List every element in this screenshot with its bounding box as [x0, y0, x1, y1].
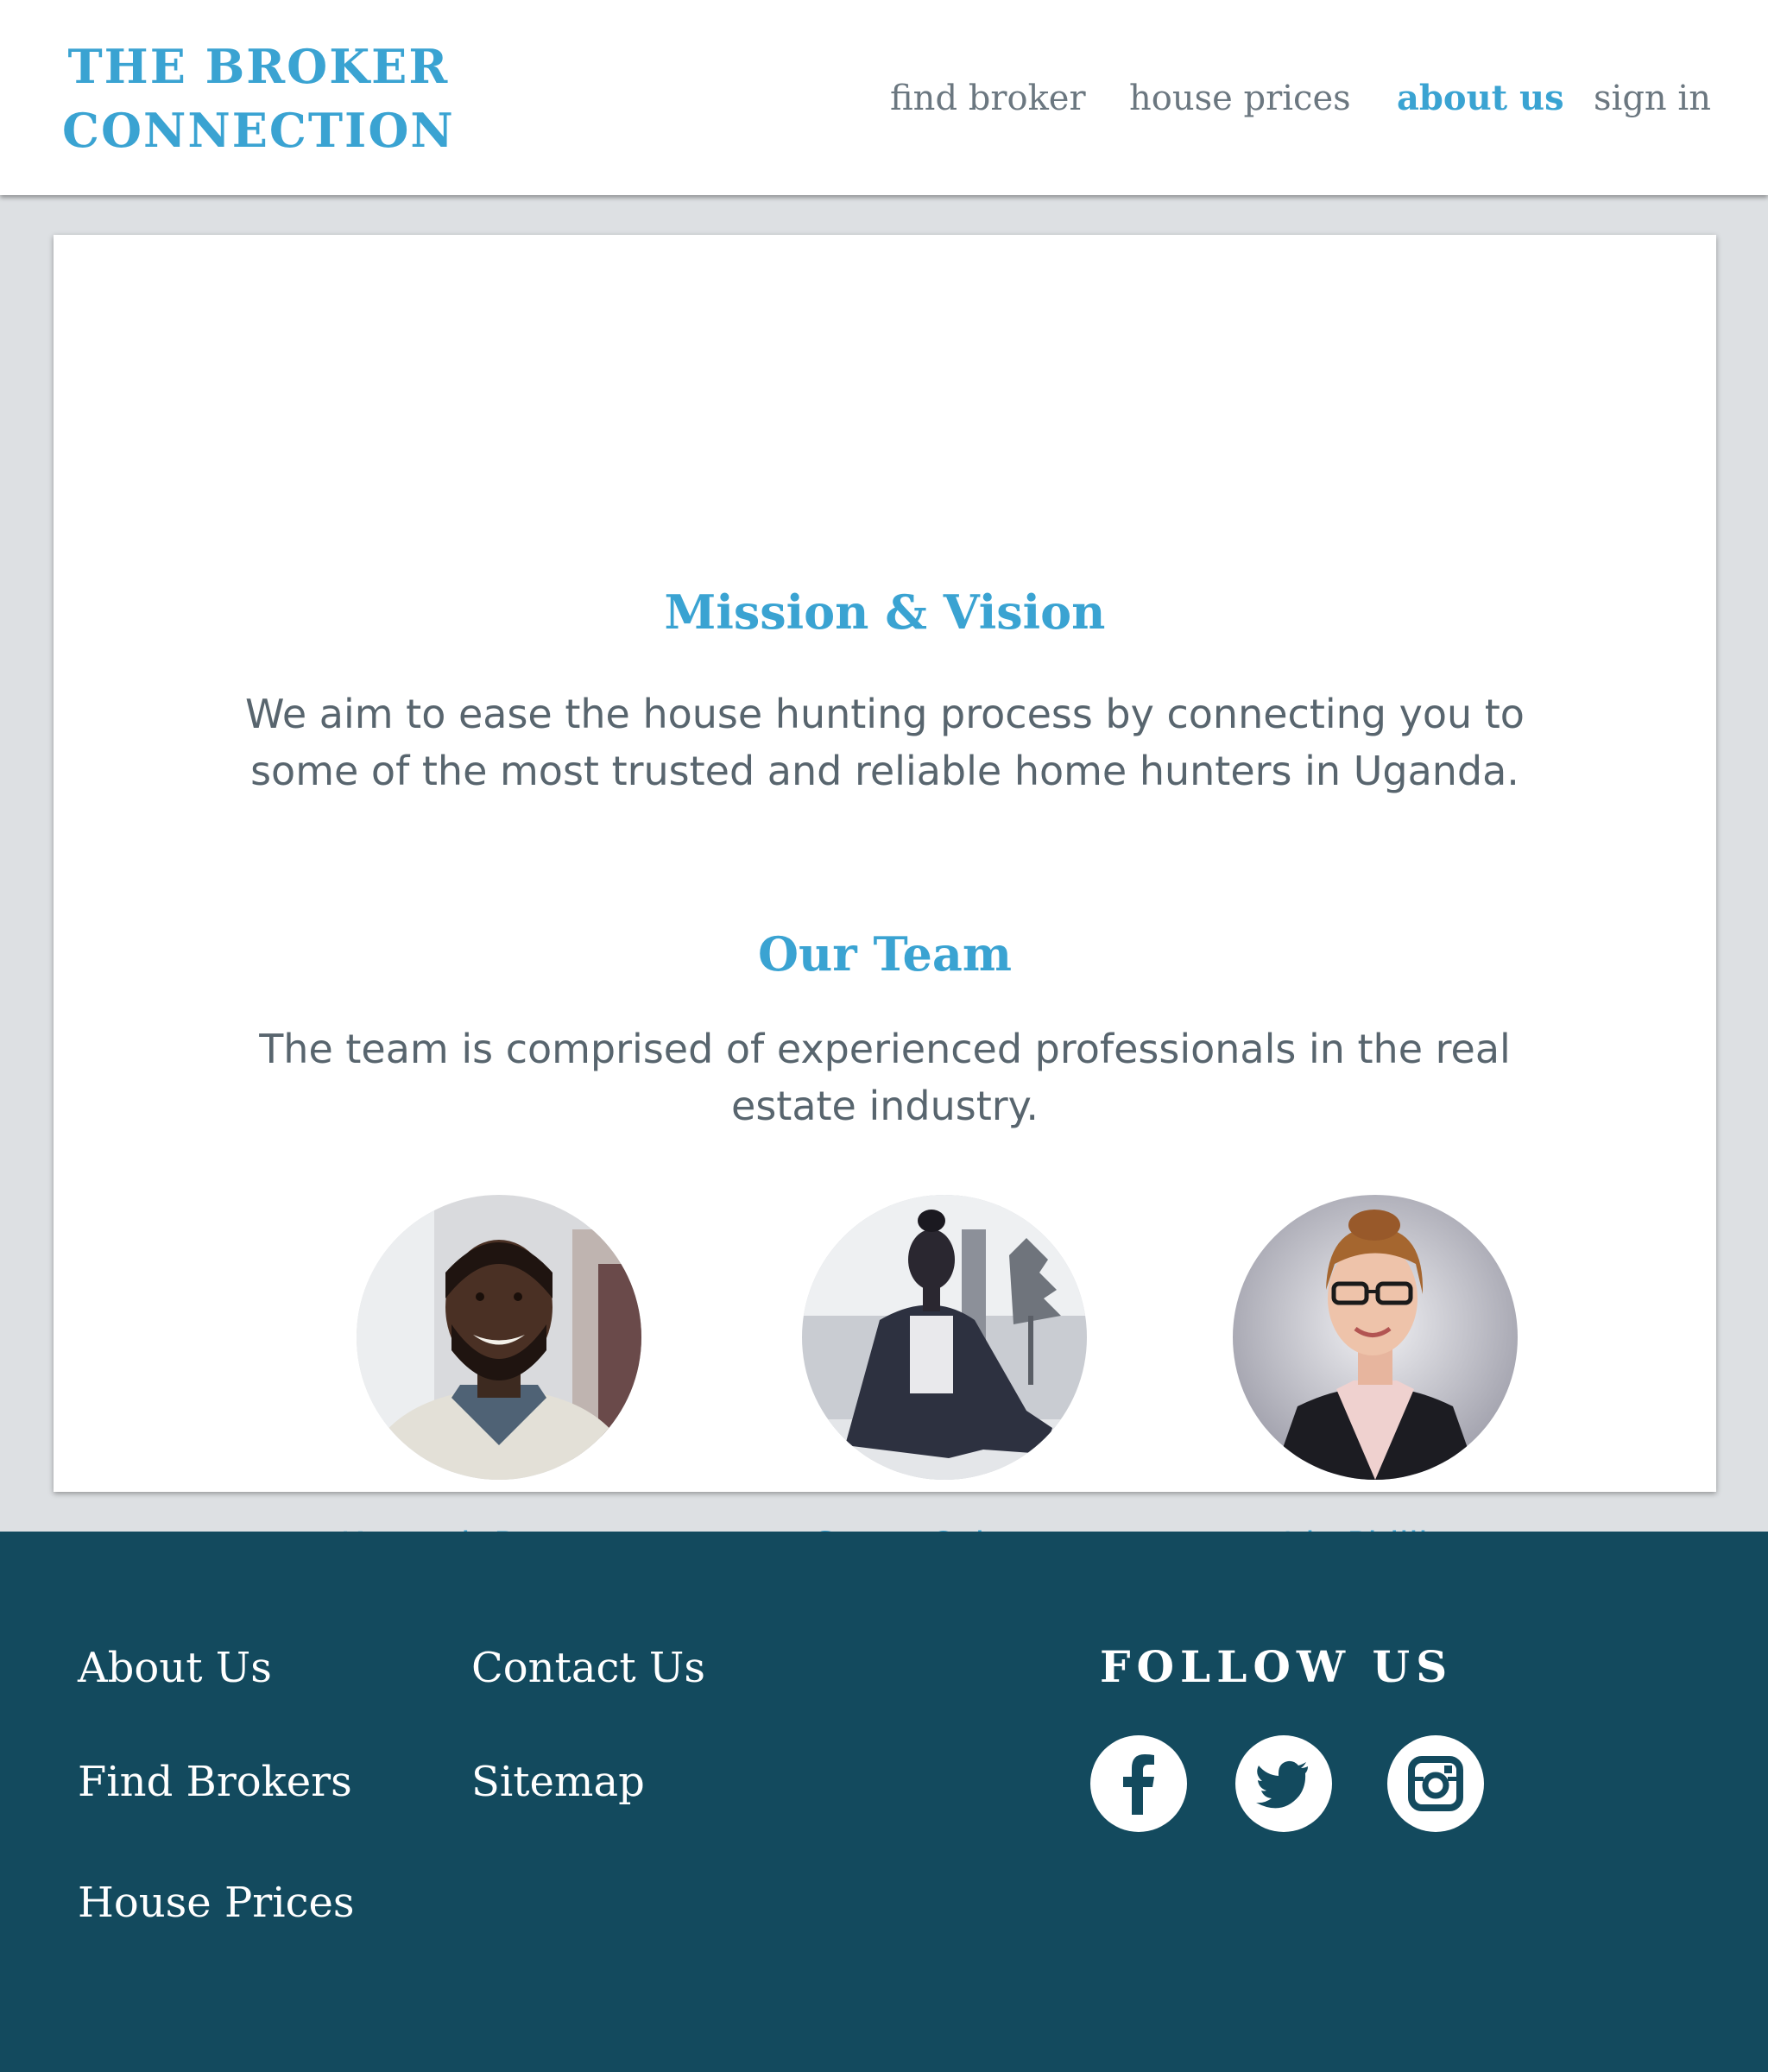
- site-header: THE BROKER CONNECTION find broker house …: [0, 0, 1768, 195]
- avatar-kenneth: [357, 1195, 641, 1480]
- team-member-card: Kenneth Patterson: [318, 1195, 680, 1570]
- brand-line-1: THE BROKER: [67, 39, 450, 94]
- nav-find-broker[interactable]: find broker: [890, 74, 1086, 123]
- nav-sign-in[interactable]: sign in: [1594, 74, 1711, 123]
- mission-title: Mission & Vision: [664, 584, 1106, 640]
- nav-house-prices[interactable]: house prices: [1129, 74, 1351, 123]
- team-title: Our Team: [757, 926, 1013, 982]
- footer-link-contact-us[interactable]: Contact Us: [471, 1640, 705, 1696]
- about-card: Mission & Vision We aim to ease the hous…: [54, 235, 1716, 1565]
- avatar-ida: [1233, 1195, 1518, 1480]
- mission-text: We aim to ease the house hunting process…: [245, 691, 1525, 794]
- brand-line-2: CONNECTION: [62, 103, 455, 158]
- team-member-card: Susan Osborne: [763, 1195, 1126, 1570]
- team-member-card: Ida Phillips: [1194, 1195, 1556, 1570]
- instagram-icon[interactable]: [1387, 1735, 1484, 1832]
- facebook-icon[interactable]: [1090, 1735, 1187, 1832]
- team-text: The team is comprised of experienced pro…: [259, 1026, 1511, 1129]
- footer-link-sitemap[interactable]: Sitemap: [471, 1754, 645, 1810]
- nav-about-us[interactable]: about us: [1397, 74, 1564, 123]
- footer-link-about-us[interactable]: About Us: [78, 1640, 272, 1696]
- avatar-susan: [802, 1195, 1087, 1480]
- brand-logo[interactable]: THE BROKER CONNECTION: [62, 35, 455, 162]
- follow-us-title: FOLLOW US: [1100, 1641, 1454, 1692]
- twitter-icon[interactable]: [1235, 1735, 1332, 1832]
- footer-link-find-brokers[interactable]: Find Brokers: [78, 1754, 352, 1810]
- footer-link-house-prices[interactable]: House Prices: [78, 1875, 354, 1930]
- site-footer: About Us Find Brokers House Prices Conta…: [0, 1532, 1768, 2072]
